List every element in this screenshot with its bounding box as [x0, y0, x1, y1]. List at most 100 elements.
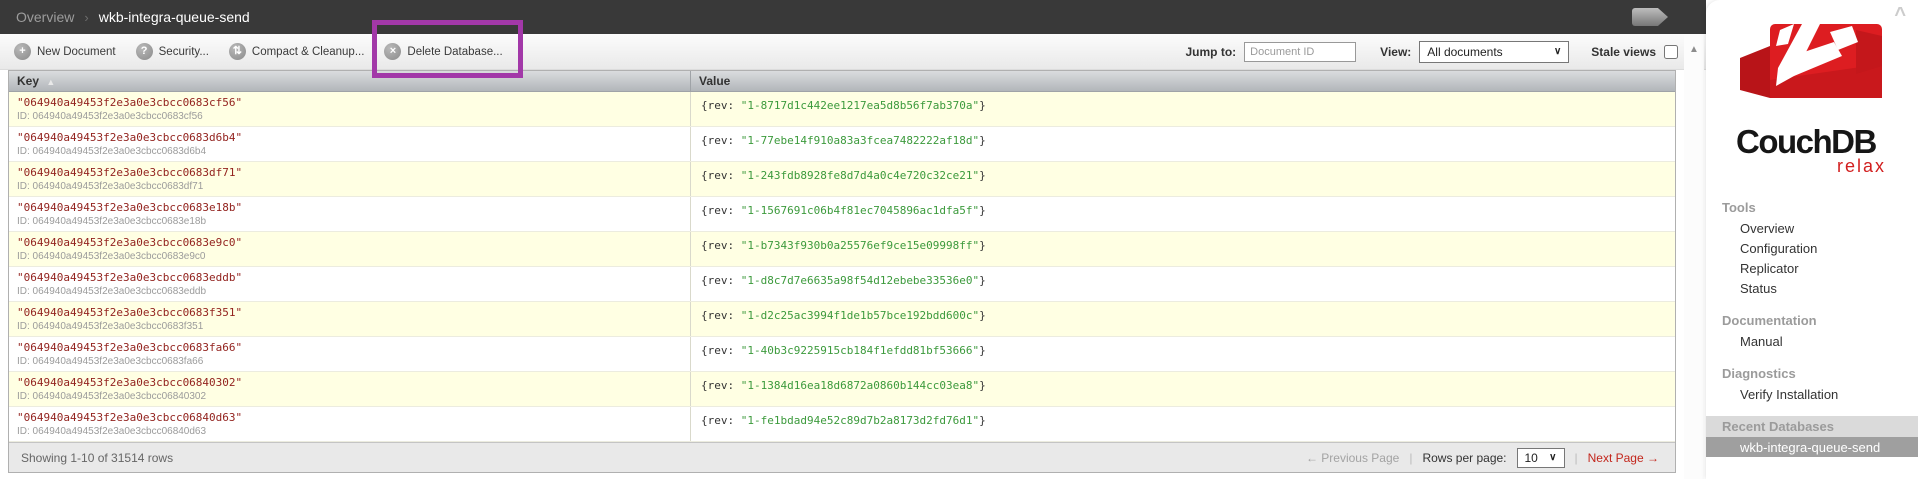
table-row[interactable]: "064940a49453f2e3a0e3cbcc0683eddb" ID: 0… — [9, 267, 1675, 302]
sidebar-item-configuration[interactable]: Configuration — [1706, 238, 1918, 258]
doc-rev: "1-40b3c9225915cb184f1efdd81bf53666" — [740, 344, 980, 357]
table-row[interactable]: "064940a49453f2e3a0e3cbcc0683fa66" ID: 0… — [9, 337, 1675, 372]
stale-views-checkbox[interactable] — [1664, 44, 1678, 59]
key-cell: "064940a49453f2e3a0e3cbcc0683df71" ID: 0… — [9, 162, 691, 196]
breadcrumb-overview-link[interactable]: Overview — [16, 9, 74, 25]
value-close: } — [979, 309, 986, 322]
value-close: } — [979, 414, 986, 427]
table-row[interactable]: "064940a49453f2e3a0e3cbcc0683df71" ID: 0… — [9, 162, 1675, 197]
sidebar-item-verify-installation[interactable]: Verify Installation — [1706, 384, 1918, 404]
view-select[interactable]: All documents ∨ — [1419, 40, 1570, 63]
value-open: {rev: — [701, 379, 741, 392]
couchdb-logo-graphic — [1740, 24, 1882, 98]
doc-rev: "1-243fdb8928fe8d7d4a0c4e720c32ce21" — [740, 169, 980, 182]
rows-per-page-value: 10 — [1524, 450, 1538, 465]
key-column-label: Key — [17, 74, 40, 88]
chevron-down-icon: ∨ — [1553, 46, 1562, 57]
delete-database-button[interactable]: × Delete Database... — [384, 43, 503, 60]
table-body: "064940a49453f2e3a0e3cbcc0683cf56" ID: 0… — [9, 92, 1675, 442]
key-cell: "064940a49453f2e3a0e3cbcc0683f351" ID: 0… — [9, 302, 691, 336]
compact-cleanup-icon: ⇅ — [228, 43, 246, 60]
table-row[interactable]: "064940a49453f2e3a0e3cbcc0683cf56" ID: 0… — [9, 92, 1675, 127]
doc-rev: "1-b7343f930b0a25576ef9ce15e09998ff" — [740, 239, 980, 252]
vertical-scrollbar[interactable]: ▲ — [1684, 34, 1704, 479]
value-open: {rev: — [701, 414, 741, 427]
column-header-key[interactable]: Key ▲ — [9, 71, 691, 91]
sidebar-item-overview[interactable]: Overview — [1706, 218, 1918, 238]
doc-id: ID: 064940a49453f2e3a0e3cbcc0683fa66 — [17, 356, 204, 367]
rows-per-page-select[interactable]: 10 ∨ — [1516, 447, 1565, 468]
new-document-button[interactable]: + New Document — [14, 43, 116, 60]
view-select-value: All documents — [1427, 44, 1503, 59]
sidebar-toggle[interactable] — [1632, 8, 1668, 26]
doc-key[interactable]: "064940a49453f2e3a0e3cbcc06840d63" — [17, 411, 682, 424]
view-label: View: — [1380, 44, 1412, 59]
compact-cleanup-button[interactable]: ⇅ Compact & Cleanup... — [228, 43, 365, 60]
security-button[interactable]: ? Security... — [135, 43, 209, 60]
table-row[interactable]: "064940a49453f2e3a0e3cbcc0683e9c0" ID: 0… — [9, 232, 1675, 267]
breadcrumb-current-database: wkb-integra-queue-send — [98, 9, 250, 25]
table-row[interactable]: "064940a49453f2e3a0e3cbcc0683e18b" ID: 0… — [9, 197, 1675, 232]
sidebar-collapse-icon[interactable]: ^ — [1894, 4, 1906, 27]
footer-separator: | — [1574, 450, 1578, 465]
security-label: Security... — [158, 45, 209, 58]
logo-title: CouchDB — [1736, 123, 1877, 160]
table-row[interactable]: "064940a49453f2e3a0e3cbcc0683f351" ID: 0… — [9, 302, 1675, 337]
doc-rev: "1-8717d1c442ee1217ea5d8b56f7ab370a" — [740, 99, 980, 112]
next-page-button[interactable]: Next Page → — [1588, 451, 1659, 465]
table-header-row: Key ▲ Value — [9, 71, 1675, 92]
value-cell: {rev: "1-8717d1c442ee1217ea5d8b56f7ab370… — [691, 92, 1675, 126]
doc-key[interactable]: "064940a49453f2e3a0e3cbcc0683df71" — [17, 166, 682, 179]
doc-rev: "1-1384d16ea18d6872a0860b144cc03ea8" — [740, 379, 980, 392]
sidebar-nav: Tools Overview Configuration Replicator … — [1706, 197, 1918, 457]
doc-key[interactable]: "064940a49453f2e3a0e3cbcc0683e18b" — [17, 201, 682, 214]
chevron-down-icon: ∨ — [1549, 452, 1557, 463]
sidebar-item-manual[interactable]: Manual — [1706, 331, 1918, 351]
value-cell: {rev: "1-d2c25ac3994f1de1b57bce192bdd600… — [691, 302, 1675, 336]
doc-id: ID: 064940a49453f2e3a0e3cbcc0683e18b — [17, 216, 207, 227]
value-open: {rev: — [701, 344, 741, 357]
doc-id: ID: 064940a49453f2e3a0e3cbcc0683cf56 — [17, 111, 203, 122]
doc-key[interactable]: "064940a49453f2e3a0e3cbcc0683f351" — [17, 306, 682, 319]
table-row[interactable]: "064940a49453f2e3a0e3cbcc06840302" ID: 0… — [9, 372, 1675, 407]
doc-id: ID: 064940a49453f2e3a0e3cbcc0683f351 — [17, 321, 204, 332]
jump-to-input[interactable] — [1244, 41, 1357, 62]
key-cell: "064940a49453f2e3a0e3cbcc0683cf56" ID: 0… — [9, 92, 691, 126]
value-cell: {rev: "1-b7343f930b0a25576ef9ce15e09998f… — [691, 232, 1675, 266]
column-header-value[interactable]: Value — [691, 71, 1675, 91]
doc-id: ID: 064940a49453f2e3a0e3cbcc0683df71 — [17, 181, 204, 192]
doc-key[interactable]: "064940a49453f2e3a0e3cbcc0683d6b4" — [17, 131, 682, 144]
sidebar-item-recent-database[interactable]: wkb-integra-queue-send — [1706, 437, 1918, 457]
nav-heading-documentation: Documentation — [1722, 313, 1817, 328]
table-row[interactable]: "064940a49453f2e3a0e3cbcc0683d6b4" ID: 0… — [9, 127, 1675, 162]
scroll-up-icon[interactable]: ▲ — [1684, 34, 1704, 55]
doc-id: ID: 064940a49453f2e3a0e3cbcc0683d6b4 — [17, 146, 207, 157]
stale-views-label: Stale views — [1591, 44, 1656, 59]
doc-key[interactable]: "064940a49453f2e3a0e3cbcc0683eddb" — [17, 271, 682, 284]
value-open: {rev: — [701, 204, 741, 217]
doc-key[interactable]: "064940a49453f2e3a0e3cbcc0683e9c0" — [17, 236, 682, 249]
value-close: } — [979, 99, 986, 112]
doc-key[interactable]: "064940a49453f2e3a0e3cbcc06840302" — [17, 376, 682, 389]
sort-asc-icon: ▲ — [46, 77, 56, 87]
sidebar-item-status[interactable]: Status — [1706, 278, 1918, 298]
value-cell: {rev: "1-d8c7d7e6635a98f54d12ebebe33536e… — [691, 267, 1675, 301]
value-cell: {rev: "1-1567691c06b4f81ec7045896ac1dfa5… — [691, 197, 1675, 231]
rows-per-page-label: Rows per page: — [1422, 450, 1507, 465]
value-cell: {rev: "1-77ebe14f910a83a3fcea7482222af18… — [691, 127, 1675, 161]
doc-key[interactable]: "064940a49453f2e3a0e3cbcc0683cf56" — [17, 96, 682, 109]
doc-key[interactable]: "064940a49453f2e3a0e3cbcc0683fa66" — [17, 341, 682, 354]
documents-table: Key ▲ Value "064940a49453f2e3a0e3cbcc068… — [8, 70, 1676, 473]
sidebar: ^ CouchDB relax Tools Overview Configura… — [1706, 0, 1918, 479]
doc-id: ID: 064940a49453f2e3a0e3cbcc06840d63 — [17, 426, 207, 437]
sidebar-item-replicator[interactable]: Replicator — [1706, 258, 1918, 278]
footer-separator: | — [1409, 450, 1413, 465]
nav-heading-recent-databases: Recent Databases — [1706, 416, 1918, 437]
previous-page-button[interactable]: ← Previous Page — [1306, 451, 1399, 465]
compact-cleanup-label: Compact & Cleanup... — [251, 45, 365, 58]
doc-rev: "1-77ebe14f910a83a3fcea7482222af18d" — [740, 134, 980, 147]
couchdb-logo[interactable]: CouchDB relax — [1736, 22, 1886, 177]
value-open: {rev: — [701, 239, 741, 252]
value-column-label: Value — [699, 74, 731, 88]
table-row[interactable]: "064940a49453f2e3a0e3cbcc06840d63" ID: 0… — [9, 407, 1675, 442]
